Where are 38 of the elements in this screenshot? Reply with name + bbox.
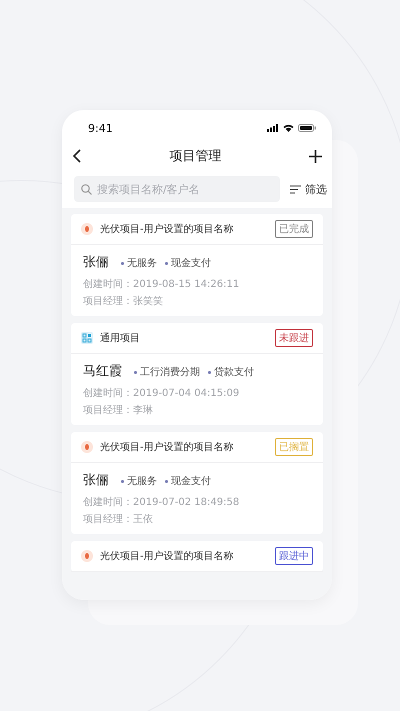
customer-name: 张俪 — [83, 254, 109, 271]
project-card[interactable]: 通用项目 未跟进 马红霞 工行消费分期 贷款支付 创建时间：2019-07-04 04:15:09 项目经理：李琳 — [71, 323, 323, 425]
project-card[interactable]: 光伏项目-用户设置的项目名称 已搁置 张俪 无服务 现金支付 创建时间：2019-07-02 18:49:58 项目经理：王依 — [71, 432, 323, 534]
project-manager: 项目经理：张笑笑 — [83, 294, 164, 308]
project-title: 光伏项目-用户设置的项目名称 — [100, 440, 235, 454]
created-time: 创建时间：2019-07-02 18:49:58 — [83, 496, 240, 509]
status-tag: 已搁置 — [275, 438, 313, 456]
project-card[interactable]: 光伏项目-用户设置的项目名称 已完成 张俪 无服务 现金支付 创建时间：2019-08-15 14:26:11 项目经理：张笑笑 — [71, 214, 323, 316]
project-card[interactable]: 光伏项目-用户设置的项目名称 跟进中 — [71, 541, 323, 572]
created-time: 创建时间：2019-07-04 04:15:09 — [83, 386, 240, 400]
project-title: 光伏项目-用户设置的项目名称 — [100, 222, 235, 236]
project-title: 通用项目 — [100, 332, 141, 345]
customer-name: 马红霞 — [83, 363, 122, 380]
signal-icon — [267, 124, 279, 132]
filter-button[interactable]: 筛选 — [290, 182, 327, 196]
project-tag: 现金支付 — [165, 474, 211, 488]
project-manager: 项目经理：李琳 — [83, 404, 154, 417]
grid-icon — [81, 332, 93, 344]
project-tag: 现金支付 — [165, 256, 211, 270]
project-tag: 工行消费分期 — [134, 365, 200, 379]
project-title: 光伏项目-用户设置的项目名称 — [100, 550, 235, 563]
battery-icon — [298, 124, 316, 132]
created-time: 创建时间：2019-08-15 14:26:11 — [83, 278, 240, 291]
search-field[interactable]: 搜索项目名称/客户名 — [74, 176, 280, 202]
filter-icon — [290, 184, 301, 194]
status-time: 9:41 — [88, 122, 113, 134]
status-tag: 跟进中 — [275, 547, 313, 565]
status-tag: 已完成 — [275, 220, 313, 238]
project-tag: 无服务 — [121, 474, 157, 488]
customer-name: 张俪 — [83, 472, 109, 489]
status-tag: 未跟进 — [275, 329, 313, 347]
page-title: 项目管理 — [170, 148, 222, 165]
wifi-icon — [283, 124, 294, 132]
add-icon[interactable] — [309, 150, 322, 162]
project-tag: 无服务 — [121, 256, 157, 270]
project-tag: 贷款支付 — [208, 365, 254, 379]
project-manager: 项目经理：王依 — [83, 513, 154, 526]
back-icon[interactable] — [72, 149, 82, 163]
